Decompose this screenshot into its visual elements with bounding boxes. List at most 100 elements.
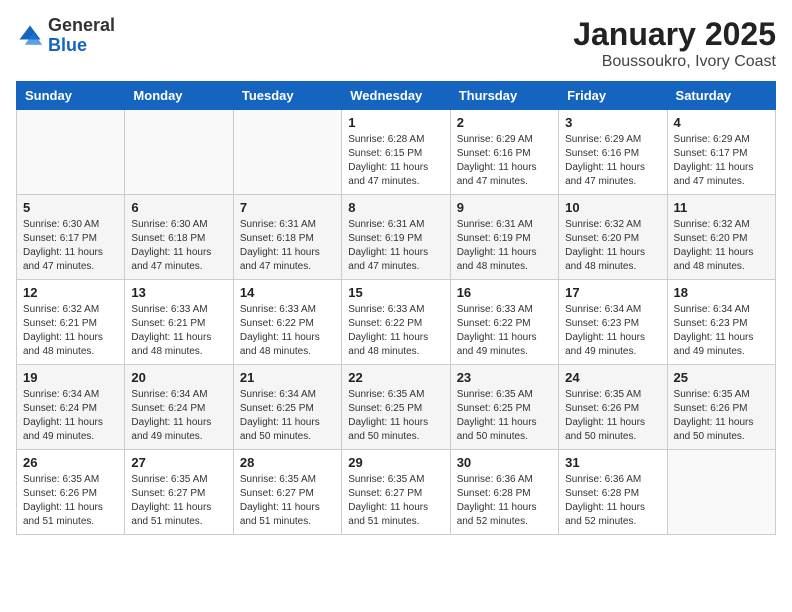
logo: General Blue <box>16 16 115 56</box>
day-info: Sunrise: 6:35 AM Sunset: 6:25 PM Dayligh… <box>348 388 443 444</box>
calendar-cell: 19 Sunrise: 6:34 AM Sunset: 6:24 PM Dayli… <box>17 365 125 450</box>
day-number: 29 <box>348 455 443 470</box>
calendar-day-header: Saturday <box>667 82 775 110</box>
day-info: Sunrise: 6:31 AM Sunset: 6:18 PM Dayligh… <box>240 218 335 274</box>
calendar-cell: 12Sunrise: 6:32 AM Sunset: 6:21 PM Dayli… <box>17 280 125 365</box>
calendar-day-header: Monday <box>125 82 233 110</box>
calendar-cell: 2 Sunrise: 6:29 AM Sunset: 6:16 PM Daylig… <box>450 110 558 195</box>
day-number: 16 <box>457 285 552 300</box>
day-number: 9 <box>457 200 552 215</box>
day-number: 12 <box>23 285 118 300</box>
calendar-week-row: 1 Sunrise: 6:28 AM Sunset: 6:15 PM Daylig… <box>17 110 776 195</box>
day-number: 11 <box>674 200 769 215</box>
day-number: 19 <box>23 370 118 385</box>
day-info: Sunrise: 6:34 AM Sunset: 6:23 PM Dayligh… <box>674 303 769 359</box>
calendar-cell: 20Sunrise: 6:34 AM Sunset: 6:24 PM Dayli… <box>125 365 233 450</box>
day-info: Sunrise: 6:34 AM Sunset: 6:23 PM Dayligh… <box>565 303 660 359</box>
day-number: 3 <box>565 115 660 130</box>
calendar-day-header: Friday <box>559 82 667 110</box>
month-title: January 2025 <box>573 16 776 53</box>
calendar-cell: 17 Sunrise: 6:34 AM Sunset: 6:23 PM Dayli… <box>559 280 667 365</box>
location: Boussoukro, Ivory Coast <box>573 53 776 71</box>
calendar-cell: 22Sunrise: 6:35 AM Sunset: 6:25 PM Dayli… <box>342 365 450 450</box>
calendar-cell: 15Sunrise: 6:33 AM Sunset: 6:22 PM Dayli… <box>342 280 450 365</box>
calendar-day-header: Thursday <box>450 82 558 110</box>
day-info: Sunrise: 6:33 AM Sunset: 6:22 PM Dayligh… <box>240 303 335 359</box>
day-number: 14 <box>240 285 335 300</box>
day-info: Sunrise: 6:36 AM Sunset: 6:28 PM Dayligh… <box>565 473 660 529</box>
day-number: 7 <box>240 200 335 215</box>
calendar-cell <box>233 110 341 195</box>
day-number: 20 <box>131 370 226 385</box>
calendar-cell: 3 Sunrise: 6:29 AM Sunset: 6:16 PM Daylig… <box>559 110 667 195</box>
day-number: 25 <box>674 370 769 385</box>
day-number: 17 <box>565 285 660 300</box>
day-number: 27 <box>131 455 226 470</box>
day-number: 31 <box>565 455 660 470</box>
calendar-cell: 6 Sunrise: 6:30 AM Sunset: 6:18 PM Daylig… <box>125 195 233 280</box>
logo-blue: Blue <box>48 35 87 55</box>
calendar-cell: 29 Sunrise: 6:35 AM Sunset: 6:27 PM Dayli… <box>342 450 450 535</box>
calendar-cell: 8 Sunrise: 6:31 AM Sunset: 6:19 PM Daylig… <box>342 195 450 280</box>
calendar-cell: 1 Sunrise: 6:28 AM Sunset: 6:15 PM Daylig… <box>342 110 450 195</box>
day-info: Sunrise: 6:29 AM Sunset: 6:16 PM Dayligh… <box>457 133 552 189</box>
day-number: 6 <box>131 200 226 215</box>
logo-general: General <box>48 15 115 35</box>
day-info: Sunrise: 6:29 AM Sunset: 6:17 PM Dayligh… <box>674 133 769 189</box>
day-info: Sunrise: 6:30 AM Sunset: 6:18 PM Dayligh… <box>131 218 226 274</box>
calendar-day-header: Wednesday <box>342 82 450 110</box>
logo-text: General Blue <box>48 16 115 56</box>
calendar-cell: 18 Sunrise: 6:34 AM Sunset: 6:23 PM Dayli… <box>667 280 775 365</box>
day-number: 4 <box>674 115 769 130</box>
day-info: Sunrise: 6:36 AM Sunset: 6:28 PM Dayligh… <box>457 473 552 529</box>
day-number: 2 <box>457 115 552 130</box>
calendar-cell <box>125 110 233 195</box>
logo-icon <box>16 22 44 50</box>
calendar-week-row: 19 Sunrise: 6:34 AM Sunset: 6:24 PM Dayli… <box>17 365 776 450</box>
day-number: 1 <box>348 115 443 130</box>
day-info: Sunrise: 6:32 AM Sunset: 6:20 PM Dayligh… <box>674 218 769 274</box>
day-info: Sunrise: 6:35 AM Sunset: 6:27 PM Dayligh… <box>131 473 226 529</box>
calendar-cell: 23 Sunrise: 6:35 AM Sunset: 6:25 PM Dayli… <box>450 365 558 450</box>
day-info: Sunrise: 6:34 AM Sunset: 6:24 PM Dayligh… <box>23 388 118 444</box>
calendar-cell: 25Sunrise: 6:35 AM Sunset: 6:26 PM Dayli… <box>667 365 775 450</box>
day-info: Sunrise: 6:31 AM Sunset: 6:19 PM Dayligh… <box>457 218 552 274</box>
day-info: Sunrise: 6:29 AM Sunset: 6:16 PM Dayligh… <box>565 133 660 189</box>
calendar-cell: 5Sunrise: 6:30 AM Sunset: 6:17 PM Daylig… <box>17 195 125 280</box>
day-number: 10 <box>565 200 660 215</box>
day-info: Sunrise: 6:35 AM Sunset: 6:25 PM Dayligh… <box>457 388 552 444</box>
calendar-table: SundayMondayTuesdayWednesdayThursdayFrid… <box>16 81 776 535</box>
calendar-cell: 9 Sunrise: 6:31 AM Sunset: 6:19 PM Daylig… <box>450 195 558 280</box>
day-info: Sunrise: 6:33 AM Sunset: 6:21 PM Dayligh… <box>131 303 226 359</box>
day-info: Sunrise: 6:32 AM Sunset: 6:20 PM Dayligh… <box>565 218 660 274</box>
day-number: 21 <box>240 370 335 385</box>
calendar-week-row: 12Sunrise: 6:32 AM Sunset: 6:21 PM Dayli… <box>17 280 776 365</box>
day-info: Sunrise: 6:28 AM Sunset: 6:15 PM Dayligh… <box>348 133 443 189</box>
day-info: Sunrise: 6:34 AM Sunset: 6:25 PM Dayligh… <box>240 388 335 444</box>
calendar-cell <box>17 110 125 195</box>
calendar-cell: 4 Sunrise: 6:29 AM Sunset: 6:17 PM Daylig… <box>667 110 775 195</box>
day-info: Sunrise: 6:35 AM Sunset: 6:27 PM Dayligh… <box>240 473 335 529</box>
calendar-cell: 11 Sunrise: 6:32 AM Sunset: 6:20 PM Dayli… <box>667 195 775 280</box>
day-number: 8 <box>348 200 443 215</box>
day-number: 26 <box>23 455 118 470</box>
calendar-week-row: 5Sunrise: 6:30 AM Sunset: 6:17 PM Daylig… <box>17 195 776 280</box>
day-number: 13 <box>131 285 226 300</box>
day-info: Sunrise: 6:35 AM Sunset: 6:26 PM Dayligh… <box>565 388 660 444</box>
calendar-day-header: Tuesday <box>233 82 341 110</box>
day-number: 23 <box>457 370 552 385</box>
calendar-cell: 7 Sunrise: 6:31 AM Sunset: 6:18 PM Daylig… <box>233 195 341 280</box>
calendar-cell: 26Sunrise: 6:35 AM Sunset: 6:26 PM Dayli… <box>17 450 125 535</box>
day-number: 24 <box>565 370 660 385</box>
day-number: 18 <box>674 285 769 300</box>
calendar-cell: 27 Sunrise: 6:35 AM Sunset: 6:27 PM Dayli… <box>125 450 233 535</box>
day-info: Sunrise: 6:31 AM Sunset: 6:19 PM Dayligh… <box>348 218 443 274</box>
day-info: Sunrise: 6:35 AM Sunset: 6:27 PM Dayligh… <box>348 473 443 529</box>
calendar-cell: 13 Sunrise: 6:33 AM Sunset: 6:21 PM Dayli… <box>125 280 233 365</box>
calendar-cell: 16Sunrise: 6:33 AM Sunset: 6:22 PM Dayli… <box>450 280 558 365</box>
day-number: 28 <box>240 455 335 470</box>
day-number: 30 <box>457 455 552 470</box>
calendar-cell: 14 Sunrise: 6:33 AM Sunset: 6:22 PM Dayli… <box>233 280 341 365</box>
day-number: 15 <box>348 285 443 300</box>
calendar-day-header: Sunday <box>17 82 125 110</box>
